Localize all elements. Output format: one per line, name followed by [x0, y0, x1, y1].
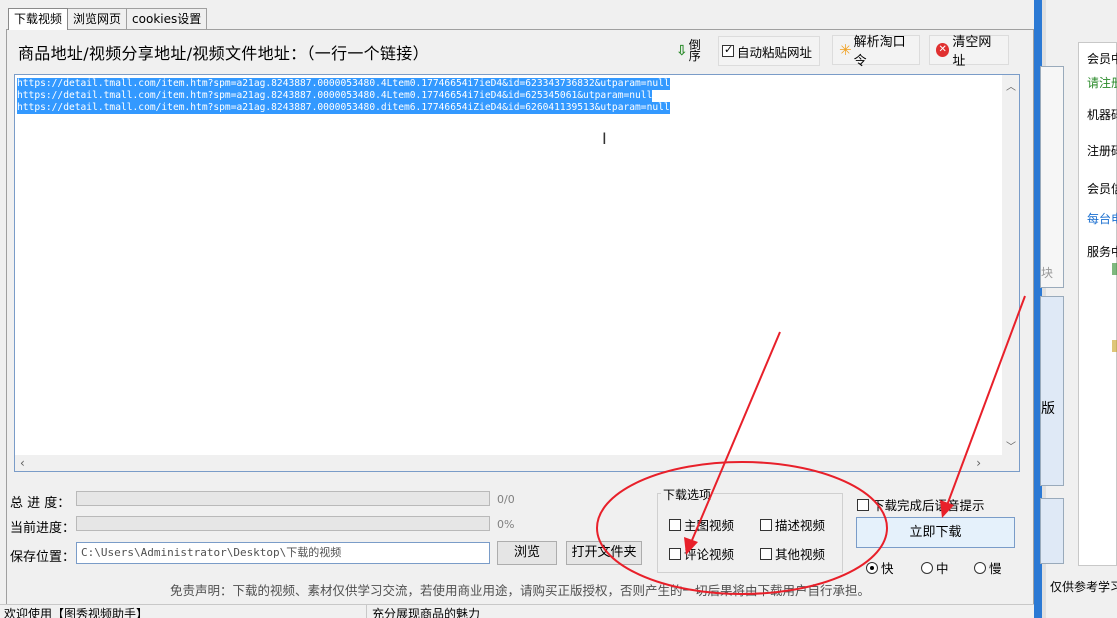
annotation-arrowhead	[684, 537, 698, 555]
annotation-arrowhead	[940, 500, 954, 518]
annotation-arrow-line	[690, 332, 780, 545]
annotation-overlay	[0, 0, 1117, 618]
annotation-arrow-line	[946, 296, 1025, 508]
tab-download-video[interactable]: 下载视频	[8, 8, 68, 30]
highlight-ellipse	[597, 462, 887, 594]
